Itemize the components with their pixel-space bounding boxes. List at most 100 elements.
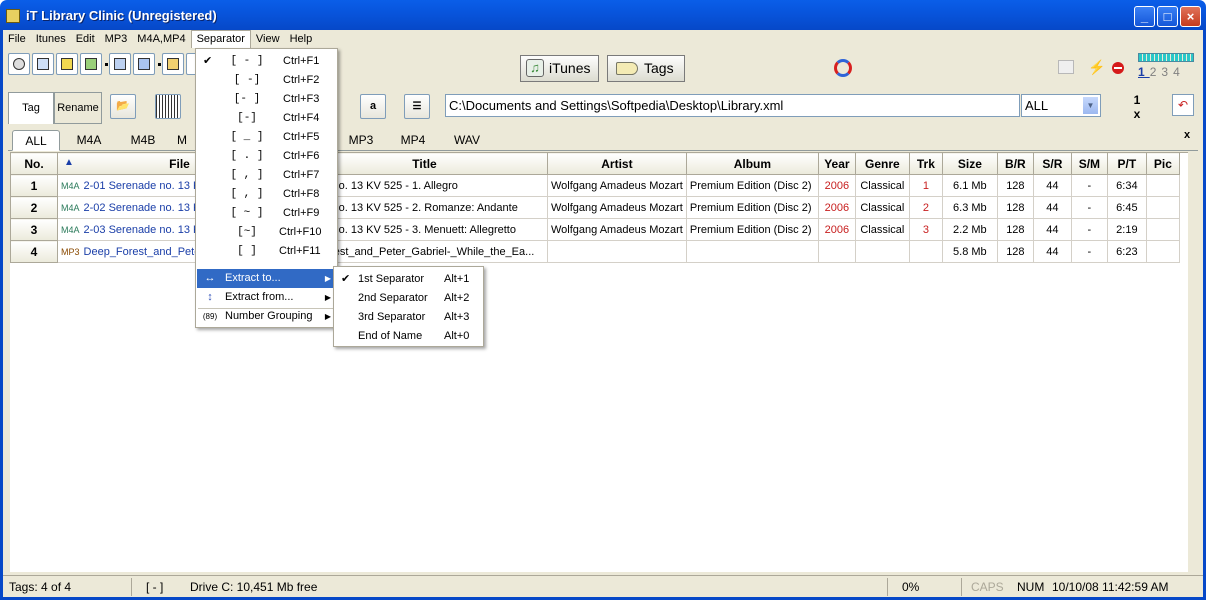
submenu-third-separator[interactable]: 3rd Separator Alt+3 (335, 308, 482, 327)
pic-cell[interactable] (1145, 218, 1180, 241)
col-pic[interactable]: Pic (1145, 152, 1180, 175)
menu-separator[interactable]: Separator (190, 30, 251, 48)
minimize-icon[interactable]: _ (1134, 6, 1155, 27)
folder-open-icon[interactable] (162, 53, 184, 75)
menu-extract-from[interactable]: ↕ Extract from... ▶ (197, 288, 336, 307)
page-1[interactable]: 1 (1138, 65, 1150, 79)
tab-all[interactable]: ALL (12, 130, 60, 151)
menu-itunes[interactable]: Itunes (31, 30, 71, 49)
menu-sep-4[interactable]: [-] Ctrl+F4 (197, 109, 336, 128)
menu-help[interactable]: Help (285, 30, 318, 49)
menu-sep-11[interactable]: [ ] Ctrl+F11 (197, 242, 336, 261)
year-cell[interactable]: 2006 (817, 174, 856, 197)
menu-sep-2[interactable]: [ -] Ctrl+F2 (197, 71, 336, 90)
tab-tag[interactable]: Tag (8, 92, 54, 124)
track-cell[interactable] (908, 240, 943, 263)
year-cell[interactable]: 2006 (817, 196, 856, 219)
menu-mp3[interactable]: MP3 (100, 30, 133, 49)
menu-sep-9[interactable]: [ ~ ] Ctrl+F9 (197, 204, 336, 223)
itunes-button[interactable]: ♫ iTunes (520, 55, 599, 82)
tab-m4p[interactable]: M (172, 130, 192, 151)
menu-sep-6[interactable]: [ . ] Ctrl+F6 (197, 147, 336, 166)
tree-icon[interactable] (56, 53, 78, 75)
year-cell[interactable]: 2006 (817, 218, 856, 241)
table-row[interactable]: 1 M4A 2-01 Serenade no. 13 K nade no. 13 … (10, 174, 1180, 197)
col-sr[interactable]: S/R (1032, 152, 1072, 175)
title-cell[interactable]: nade no. 13 KV 525 - 2. Romanze: Andante (301, 196, 548, 219)
album-cell[interactable]: Premium Edition (Disc 2) (685, 218, 819, 241)
close-panel-icon[interactable]: x (1184, 129, 1190, 141)
menu-edit[interactable]: Edit (71, 30, 100, 49)
pic-cell[interactable] (1145, 196, 1180, 219)
cd-icon[interactable] (8, 53, 30, 75)
page-2[interactable]: 2 (1150, 65, 1162, 79)
col-genre[interactable]: Genre (854, 152, 910, 175)
filter-select[interactable]: ALL ▼ (1021, 94, 1101, 117)
album-cell[interactable]: Premium Edition (Disc 2) (685, 196, 819, 219)
chevron-down-icon[interactable]: ▼ (1082, 96, 1099, 115)
music-add-icon[interactable] (133, 53, 155, 75)
col-trk[interactable]: Trk (908, 152, 943, 175)
document-icon[interactable] (109, 53, 131, 75)
maximize-icon[interactable]: □ (1157, 6, 1178, 27)
menu-number-grouping[interactable]: (89) Number Grouping ▶ (197, 307, 336, 326)
menu-file[interactable]: File (3, 30, 31, 49)
album-cell[interactable]: Premium Edition (Disc 2) (685, 174, 819, 197)
title-cell[interactable]: p_Forest_and_Peter_Gabriel-_While_the_Ea… (301, 240, 548, 263)
undo-icon[interactable]: ↶ (1172, 94, 1194, 116)
artist-cell[interactable] (547, 240, 687, 263)
menu-extract-to[interactable]: ↔ Extract to... ▶ (197, 269, 336, 288)
track-cell[interactable]: 2 (908, 196, 943, 219)
menu-m4a-mp4[interactable]: M4A,MP4 (132, 30, 190, 49)
title-cell[interactable]: nade no. 13 KV 525 - 1. Allegro (301, 174, 548, 197)
menu-sep-5[interactable]: [ _ ] Ctrl+F5 (197, 128, 336, 147)
library-path-input[interactable]: C:\Documents and Settings\Softpedia\Desk… (445, 94, 1020, 117)
menu-sep-1[interactable]: ✔ [ - ] Ctrl+F1 (197, 52, 336, 71)
barcode-icon[interactable] (155, 94, 181, 119)
page-3[interactable]: 3 (1161, 65, 1173, 79)
col-sm[interactable]: S/M (1070, 152, 1108, 175)
genre-cell[interactable]: Classical (854, 196, 910, 219)
close-icon[interactable]: × (1180, 6, 1201, 27)
page-4[interactable]: 4 (1173, 65, 1185, 79)
table-row[interactable]: 4 MP3 Deep_Forest_and_Pete p_Forest_and_P… (10, 240, 1180, 263)
menu-view[interactable]: View (251, 30, 285, 49)
tab-rename[interactable]: Rename (54, 92, 102, 124)
menu-sep-3[interactable]: [- ] Ctrl+F3 (197, 90, 336, 109)
col-size[interactable]: Size (941, 152, 998, 175)
title-cell[interactable]: nade no. 13 KV 525 - 3. Menuett: Allegre… (301, 218, 548, 241)
title-bar[interactable]: iT Library Clinic (Unregistered) _ □ × (0, 0, 1206, 30)
tab-wav[interactable]: WAV (442, 130, 492, 151)
artist-cell[interactable]: Wolfgang Amadeus Mozart (547, 174, 687, 197)
pic-cell[interactable] (1145, 174, 1180, 197)
tab-m4b[interactable]: M4B (118, 130, 168, 151)
submenu-end-of-name[interactable]: End of Name Alt+0 (335, 327, 482, 346)
col-title[interactable]: Title (301, 152, 548, 175)
lowercase-a-button[interactable]: a (360, 94, 386, 119)
artist-cell[interactable]: Wolfgang Amadeus Mozart (547, 218, 687, 241)
track-cell[interactable]: 1 (908, 174, 943, 197)
track-cell[interactable]: 3 (908, 218, 943, 241)
col-album[interactable]: Album (685, 152, 819, 175)
tags-button[interactable]: Tags (607, 55, 685, 82)
menu-sep-8[interactable]: [ , ] Ctrl+F8 (197, 185, 336, 204)
genre-cell[interactable]: Classical (854, 174, 910, 197)
col-pt[interactable]: P/T (1106, 152, 1147, 175)
folder-icon[interactable]: 📂 (110, 94, 136, 119)
tab-m4a[interactable]: M4A (64, 130, 114, 151)
sync-icon[interactable] (834, 59, 852, 77)
submenu-second-separator[interactable]: 2nd Separator Alt+2 (335, 289, 482, 308)
stop-icon[interactable] (1112, 62, 1124, 74)
edit-tree-icon[interactable] (80, 53, 102, 75)
col-artist[interactable]: Artist (547, 152, 687, 175)
back-icon[interactable] (1058, 60, 1074, 74)
genre-cell[interactable]: Classical (854, 218, 910, 241)
col-no[interactable]: No. (10, 152, 58, 175)
album-cell[interactable] (685, 240, 819, 263)
menu-sep-7[interactable]: [ , ] Ctrl+F7 (197, 166, 336, 185)
menu-sep-10[interactable]: [~] Ctrl+F10 (197, 223, 336, 242)
table-row[interactable]: 2 M4A 2-02 Serenade no. 13 K nade no. 13 … (10, 196, 1180, 219)
plug-icon[interactable]: ⚡ (1088, 59, 1105, 75)
pic-cell[interactable] (1145, 240, 1180, 263)
genre-cell[interactable] (854, 240, 910, 263)
